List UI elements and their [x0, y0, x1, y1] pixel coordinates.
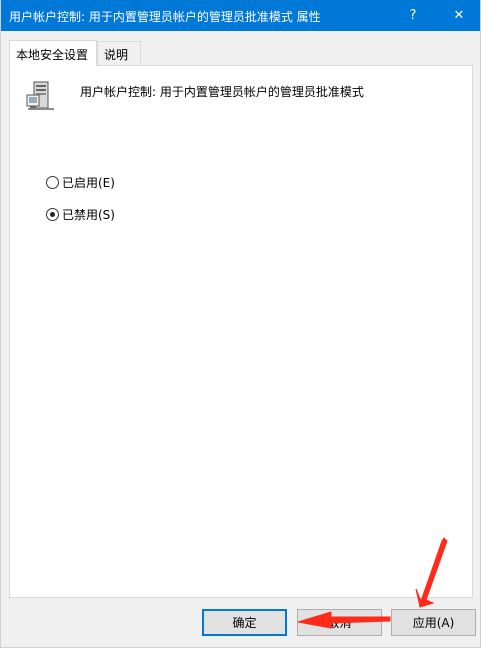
- properties-dialog: 用户帐户控制: 用于内置管理员帐户的管理员批准模式 属性 ? ✕ 本地安全设置 …: [0, 0, 481, 648]
- radio-disabled[interactable]: 已禁用(S): [46, 206, 115, 223]
- tab-explain[interactable]: 说明: [97, 41, 141, 66]
- close-icon: ✕: [453, 8, 465, 23]
- close-button[interactable]: ✕: [436, 0, 481, 31]
- radio-enabled-label: 已启用(E): [62, 176, 115, 190]
- help-button[interactable]: ?: [390, 0, 436, 31]
- tab-local-security-setting[interactable]: 本地安全设置: [9, 40, 97, 66]
- radio-enabled-circle[interactable]: [46, 176, 59, 189]
- apply-button[interactable]: 应用(A): [391, 609, 476, 636]
- tab-panel: 用户帐户控制: 用于内置管理员帐户的管理员批准模式 已启用(E) 已禁用(S): [9, 65, 473, 598]
- radio-enabled[interactable]: 已启用(E): [46, 174, 115, 191]
- policy-name: 用户帐户控制: 用于内置管理员帐户的管理员批准模式: [80, 85, 364, 99]
- title-bar[interactable]: 用户帐户控制: 用于内置管理员帐户的管理员批准模式 属性 ? ✕: [1, 0, 480, 31]
- cancel-button[interactable]: 取消: [297, 609, 382, 636]
- radio-disabled-circle[interactable]: [46, 208, 59, 221]
- window-title: 用户帐户控制: 用于内置管理员帐户的管理员批准模式 属性: [9, 10, 321, 24]
- radio-disabled-label: 已禁用(S): [62, 208, 115, 222]
- ok-button[interactable]: 确定: [202, 609, 287, 636]
- server-computer-icon: [26, 81, 54, 110]
- help-icon: ?: [409, 8, 417, 23]
